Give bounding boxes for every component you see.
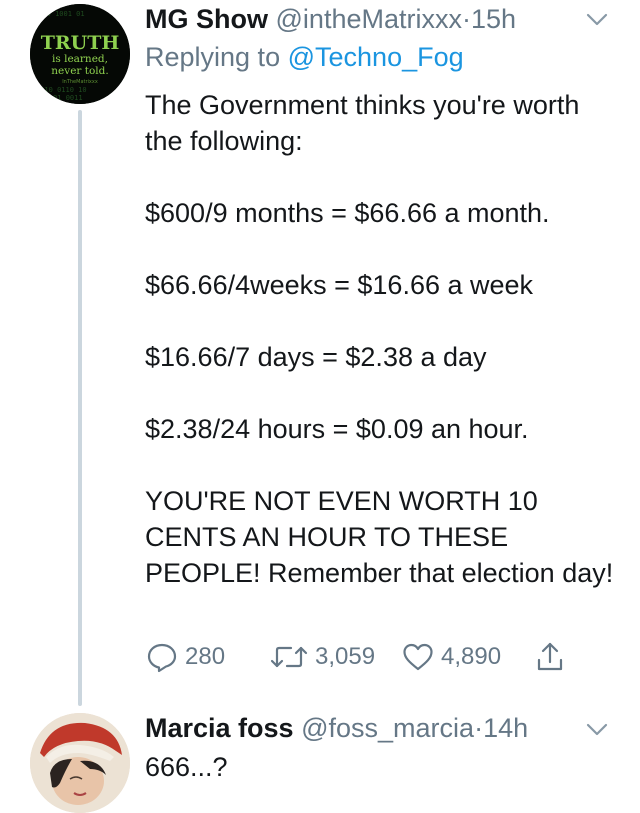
mention-link[interactable]: @Techno_Fog xyxy=(288,42,464,72)
avatar-title: TRUTH xyxy=(41,32,120,54)
tweet-paragraph: $600/9 months = $66.66 a month. xyxy=(145,198,550,228)
avatar[interactable]: 0110 1001 01 1010 0110 10 01 1101 0011 T… xyxy=(30,4,130,104)
tweet-paragraph: $16.66/7 days = $2.38 a day xyxy=(145,342,487,372)
avatar-small: InTheMatrixxx xyxy=(62,79,98,85)
like-button[interactable]: 4,890 xyxy=(401,637,501,677)
portrait-avatar-image xyxy=(30,713,130,813)
chevron-down-icon[interactable] xyxy=(584,6,610,32)
avatar[interactable] xyxy=(30,713,130,813)
tweet-header: Marcia foss @foss_marcia·14h xyxy=(145,711,528,745)
tweet-actions: 280 3,059 4,890 xyxy=(145,637,585,677)
svg-text:0110 1001 01: 0110 1001 01 xyxy=(34,10,85,18)
display-name[interactable]: Marcia foss xyxy=(145,713,294,743)
separator-dot: · xyxy=(474,713,484,743)
reply-count: 280 xyxy=(185,643,226,670)
retweet-icon xyxy=(270,646,308,668)
share-button[interactable] xyxy=(535,637,565,677)
separator-dot: · xyxy=(461,4,471,34)
tweet-text: The Government thinks you're worth the f… xyxy=(145,87,615,591)
handle[interactable]: @intheMatrixxx xyxy=(276,4,462,34)
tweet-paragraph: $66.66/4weeks = $16.66 a week xyxy=(145,270,534,300)
reply-icon xyxy=(147,643,177,673)
tweet-paragraph: $2.38/24 hours = $0.09 an hour. xyxy=(145,414,529,444)
retweet-button[interactable]: 3,059 xyxy=(269,637,375,677)
tweet-header: MG Show @intheMatrixxx·15h xyxy=(145,2,516,36)
chevron-down-icon[interactable] xyxy=(584,716,610,742)
timestamp[interactable]: 15h xyxy=(471,4,516,34)
tweet-main[interactable]: 0110 1001 01 1010 0110 10 01 1101 0011 T… xyxy=(0,0,640,706)
tweet-paragraph: The Government thinks you're worth the f… xyxy=(145,90,580,156)
svg-text:1010 0110 10: 1010 0110 10 xyxy=(36,86,87,94)
tweet-text: 666...? xyxy=(145,752,228,782)
display-name[interactable]: MG Show xyxy=(145,4,268,34)
replying-to-label: Replying to xyxy=(145,42,281,72)
heart-icon xyxy=(403,643,433,671)
like-count: 4,890 xyxy=(441,643,502,670)
thread-line xyxy=(78,110,82,706)
handle[interactable]: @foss_marcia xyxy=(301,713,474,743)
share-icon xyxy=(537,642,563,671)
reply-button[interactable]: 280 xyxy=(145,637,225,677)
svg-text:01 1101 0011: 01 1101 0011 xyxy=(32,94,83,102)
avatar-line2: never told. xyxy=(51,65,108,77)
tweet-paragraph: YOU'RE NOT EVEN WORTH 10 CENTS AN HOUR T… xyxy=(145,486,614,588)
avatar-line1: is learned, xyxy=(52,53,108,65)
matrix-avatar-image: 0110 1001 01 1010 0110 10 01 1101 0011 T… xyxy=(30,4,130,104)
timestamp[interactable]: 14h xyxy=(483,713,528,743)
retweet-count: 3,059 xyxy=(315,643,376,670)
replying-to: Replying to @Techno_Fog xyxy=(145,40,464,74)
